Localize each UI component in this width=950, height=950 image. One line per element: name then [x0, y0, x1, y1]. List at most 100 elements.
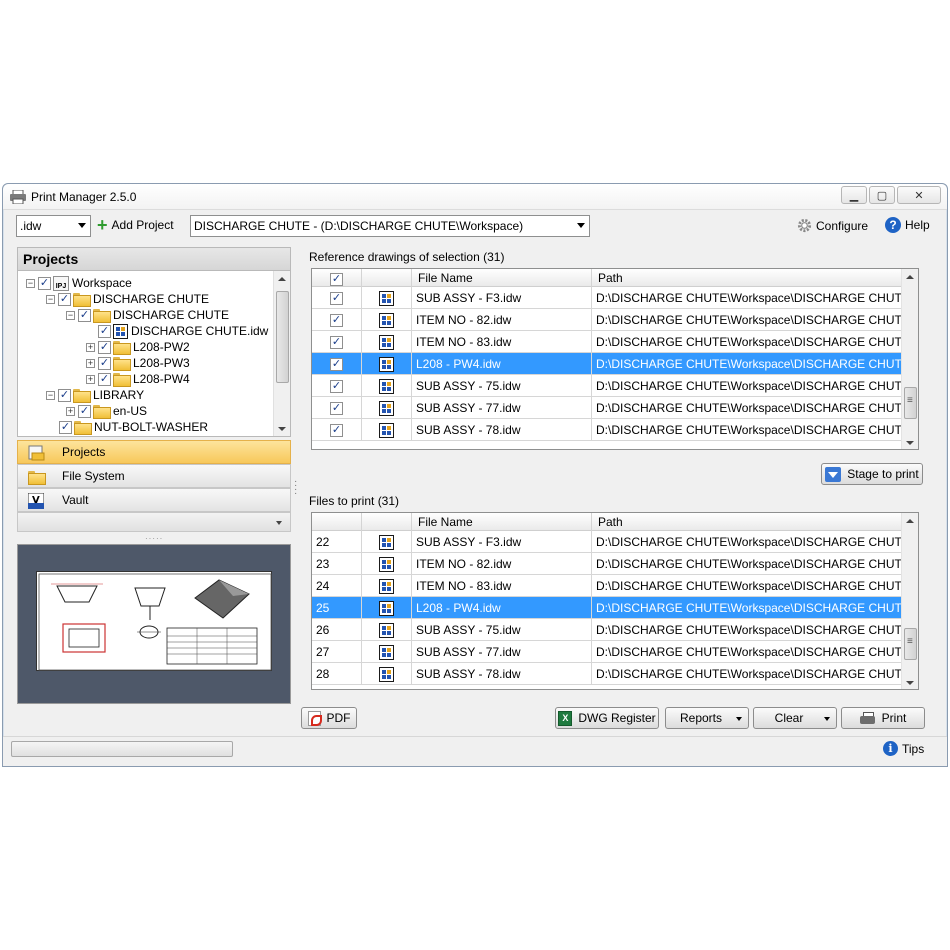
table-row[interactable]: 25 L208 - PW4.idw D:\DISCHARGE CHUTE\Works… [312, 597, 902, 619]
dwg-register-button[interactable]: X DWG Register [555, 707, 659, 729]
row-checkbox-cell[interactable]: ✓ [312, 419, 362, 441]
path-column-header[interactable]: Path [592, 513, 902, 531]
tree-scroll-thumb[interactable] [276, 291, 289, 383]
nav-projects-button[interactable]: Projects [17, 440, 291, 464]
select-all-checkbox[interactable]: ✓ [330, 273, 343, 286]
reference-grid-scrollbar[interactable] [901, 269, 918, 449]
tree-checkbox[interactable]: ✓ [98, 356, 111, 370]
vertical-splitter-grip[interactable]: · · · · [294, 477, 297, 499]
table-row[interactable]: ✓ SUB ASSY - 75.idw D:\DISCHARGE CHUTE\Wor… [312, 375, 902, 397]
close-button[interactable]: ✕ [897, 186, 941, 204]
scroll-down-icon[interactable] [906, 441, 914, 445]
table-row[interactable]: ✓ SUB ASSY - 77.idw D:\DISCHARGE CHUTE\Wor… [312, 397, 902, 419]
collapse-icon[interactable]: − [46, 294, 55, 304]
icon-column-header[interactable] [362, 513, 412, 531]
nav-vault-button[interactable]: V Vault [17, 488, 291, 512]
maximize-button[interactable]: ▢ [869, 186, 895, 204]
row-checkbox-cell[interactable]: ✓ [312, 309, 362, 331]
scroll-down-icon[interactable] [906, 681, 914, 685]
tree-checkbox[interactable]: ✓ [38, 276, 51, 290]
select-all-header[interactable]: ✓ [312, 269, 362, 287]
reference-grid[interactable]: ✓ File Name Path ✓ SUB ASSY - F3.idw D:\DI… [311, 268, 919, 450]
tree-checkbox[interactable]: ✓ [59, 420, 72, 434]
row-checkbox[interactable]: ✓ [330, 423, 343, 437]
collapse-icon[interactable]: − [66, 310, 75, 320]
tips-button[interactable]: i Tips [883, 741, 924, 756]
nav-filesystem-button[interactable]: File System [17, 464, 291, 488]
scroll-up-icon[interactable] [278, 277, 286, 281]
tree-node-discharge-chute[interactable]: − ✓ DISCHARGE CHUTE [46, 291, 209, 307]
expand-icon[interactable]: + [66, 406, 75, 416]
table-row[interactable]: ✓ SUB ASSY - F3.idw D:\DISCHARGE CHUTE\Wor… [312, 287, 902, 309]
tree-checkbox[interactable]: ✓ [58, 388, 71, 402]
file-name-column-header[interactable]: File Name [412, 513, 592, 531]
tree-node-l208-pw4[interactable]: + ✓ L208-PW4 [86, 371, 190, 387]
table-row[interactable]: 22 SUB ASSY - F3.idw D:\DISCHARGE CHUTE\Wo… [312, 531, 902, 553]
row-checkbox-cell[interactable]: ✓ [312, 397, 362, 419]
help-button[interactable]: ? Help [885, 217, 930, 233]
reference-scroll-thumb[interactable] [904, 387, 917, 419]
scroll-up-icon[interactable] [906, 275, 914, 279]
path-column-header[interactable]: Path [592, 269, 902, 287]
tree-node-discharge-chute-sub[interactable]: − ✓ DISCHARGE CHUTE [66, 307, 229, 323]
row-checkbox[interactable]: ✓ [330, 291, 343, 305]
row-checkbox-cell[interactable]: ✓ [312, 375, 362, 397]
tree-node-workspace[interactable]: − ✓ IPJ Workspace [26, 275, 132, 291]
chevron-down-icon[interactable] [276, 521, 282, 525]
row-checkbox-cell[interactable]: ✓ [312, 287, 362, 309]
row-checkbox[interactable]: ✓ [330, 379, 343, 393]
table-row[interactable]: ✓ L208 - PW4.idw D:\DISCHARGE CHUTE\Worksp… [312, 353, 902, 375]
tree-scrollbar[interactable] [273, 271, 290, 436]
file-name-column-header[interactable]: File Name [412, 269, 592, 287]
expand-icon[interactable]: + [86, 374, 95, 384]
print-button[interactable]: Print [841, 707, 925, 729]
icon-column-header[interactable] [362, 269, 412, 287]
splitter-grip[interactable]: ····· [145, 534, 163, 543]
tree-checkbox[interactable]: ✓ [98, 340, 111, 354]
collapse-icon[interactable]: − [46, 390, 55, 400]
reports-button[interactable]: Reports [665, 707, 749, 729]
tree-node-l208-pw3[interactable]: + ✓ L208-PW3 [86, 355, 190, 371]
expand-icon[interactable]: + [86, 358, 95, 368]
tree-node-discharge-chute-idw[interactable]: ✓ DISCHARGE CHUTE.idw [98, 323, 268, 339]
table-row[interactable]: 28 SUB ASSY - 78.idw D:\DISCHARGE CHUTE\Wo… [312, 663, 902, 685]
files-to-print-grid[interactable]: File Name Path 22 SUB ASSY - F3.idw D:\DIS… [311, 512, 919, 690]
project-tree[interactable]: − ✓ IPJ Workspace − ✓ DISCHARGE CHUTE − … [17, 271, 291, 437]
row-checkbox-cell[interactable]: ✓ [312, 331, 362, 353]
tree-checkbox[interactable]: ✓ [78, 404, 91, 418]
row-checkbox[interactable]: ✓ [330, 357, 343, 371]
pdf-button[interactable]: PDF [301, 707, 357, 729]
table-row[interactable]: 24 ITEM NO - 83.idw D:\DISCHARGE CHUTE\Wor… [312, 575, 902, 597]
project-dropdown[interactable]: DISCHARGE CHUTE - (D:\DISCHARGE CHUTE\Wo… [190, 215, 590, 237]
row-checkbox[interactable]: ✓ [330, 335, 343, 349]
table-row[interactable]: 26 SUB ASSY - 75.idw D:\DISCHARGE CHUTE\Wo… [312, 619, 902, 641]
tree-checkbox[interactable]: ✓ [78, 308, 91, 322]
collapse-icon[interactable]: − [26, 278, 35, 288]
number-column-header[interactable] [312, 513, 362, 531]
tree-checkbox[interactable]: ✓ [58, 292, 71, 306]
table-row[interactable]: ✓ ITEM NO - 82.idw D:\DISCHARGE CHUTE\Work… [312, 309, 902, 331]
stage-to-print-button[interactable]: Stage to print [821, 463, 923, 485]
tree-checkbox[interactable]: ✓ [98, 372, 111, 386]
configure-button[interactable]: Configure [797, 218, 868, 233]
tree-checkbox[interactable]: ✓ [98, 324, 111, 338]
clear-button[interactable]: Clear [753, 707, 837, 729]
minimize-button[interactable]: ▁ [841, 186, 867, 204]
files-grid-scrollbar[interactable] [901, 513, 918, 689]
expand-icon[interactable]: + [86, 342, 95, 352]
row-checkbox-cell[interactable]: ✓ [312, 353, 362, 375]
filetype-dropdown[interactable]: .idw [16, 215, 91, 237]
nav-overflow-bar[interactable] [17, 512, 291, 532]
row-checkbox[interactable]: ✓ [330, 313, 343, 327]
scroll-down-icon[interactable] [278, 427, 286, 431]
table-row[interactable]: 23 ITEM NO - 82.idw D:\DISCHARGE CHUTE\Wor… [312, 553, 902, 575]
add-project-button[interactable]: + Add Project [97, 216, 174, 234]
table-row[interactable]: ✓ SUB ASSY - 78.idw D:\DISCHARGE CHUTE\Wor… [312, 419, 902, 441]
tree-node-en-us[interactable]: + ✓ en-US [66, 403, 147, 419]
files-scroll-thumb[interactable] [904, 628, 917, 660]
table-row[interactable]: ✓ ITEM NO - 83.idw D:\DISCHARGE CHUTE\Work… [312, 331, 902, 353]
tree-node-nut-bolt-washer[interactable]: ✓ NUT-BOLT-WASHER [59, 419, 208, 435]
table-row[interactable]: 27 SUB ASSY - 77.idw D:\DISCHARGE CHUTE\Wo… [312, 641, 902, 663]
tree-node-library[interactable]: − ✓ LIBRARY [46, 387, 144, 403]
tree-node-l208-pw2[interactable]: + ✓ L208-PW2 [86, 339, 190, 355]
